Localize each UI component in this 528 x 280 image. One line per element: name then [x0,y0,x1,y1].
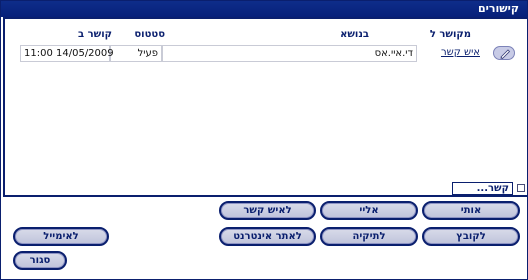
to-website-button[interactable]: לאתר אינטרנט [219,227,316,246]
row-linked-to-link[interactable]: איש קשר [429,45,483,62]
links-window: קישורים מקושר ל בנושא סטטוס קושר ב איש ק… [0,0,528,280]
row-subject: די.איי.אס [162,45,417,62]
to-file-button[interactable]: לקובץ [422,227,520,246]
column-subject[interactable]: בנושא [340,29,369,45]
table-row[interactable]: איש קשר די.איי.אס פעיל 11:00 14/05/2009 [5,45,527,62]
link-checkbox[interactable] [517,184,525,192]
row-status: פעיל [110,45,162,62]
column-linked-to[interactable]: מקושר ל [430,29,471,45]
column-status[interactable]: סטטוס [134,29,165,45]
table-header: מקושר ל בנושא סטטוס קושר ב [5,29,527,45]
window-title: קישורים [478,2,519,15]
links-list: מקושר ל בנושא סטטוס קושר ב איש קשר די.אי… [3,17,527,197]
close-button[interactable]: סגור [13,251,67,270]
to-folder-button[interactable]: לתיקיה [320,227,418,246]
to-email-button[interactable]: לאימייל [13,227,109,246]
link-search-input[interactable]: קשר... [452,182,513,195]
me-button[interactable]: אותי [422,201,520,220]
to-contact-button[interactable]: לאיש קשר [219,201,316,220]
to-me-button[interactable]: אליי [320,201,418,220]
row-linked-at: 11:00 14/05/2009 [20,45,114,62]
title-bar: קישורים [1,1,527,17]
column-linked-at[interactable]: קושר ב [78,29,112,45]
pencil-icon[interactable] [493,46,515,60]
